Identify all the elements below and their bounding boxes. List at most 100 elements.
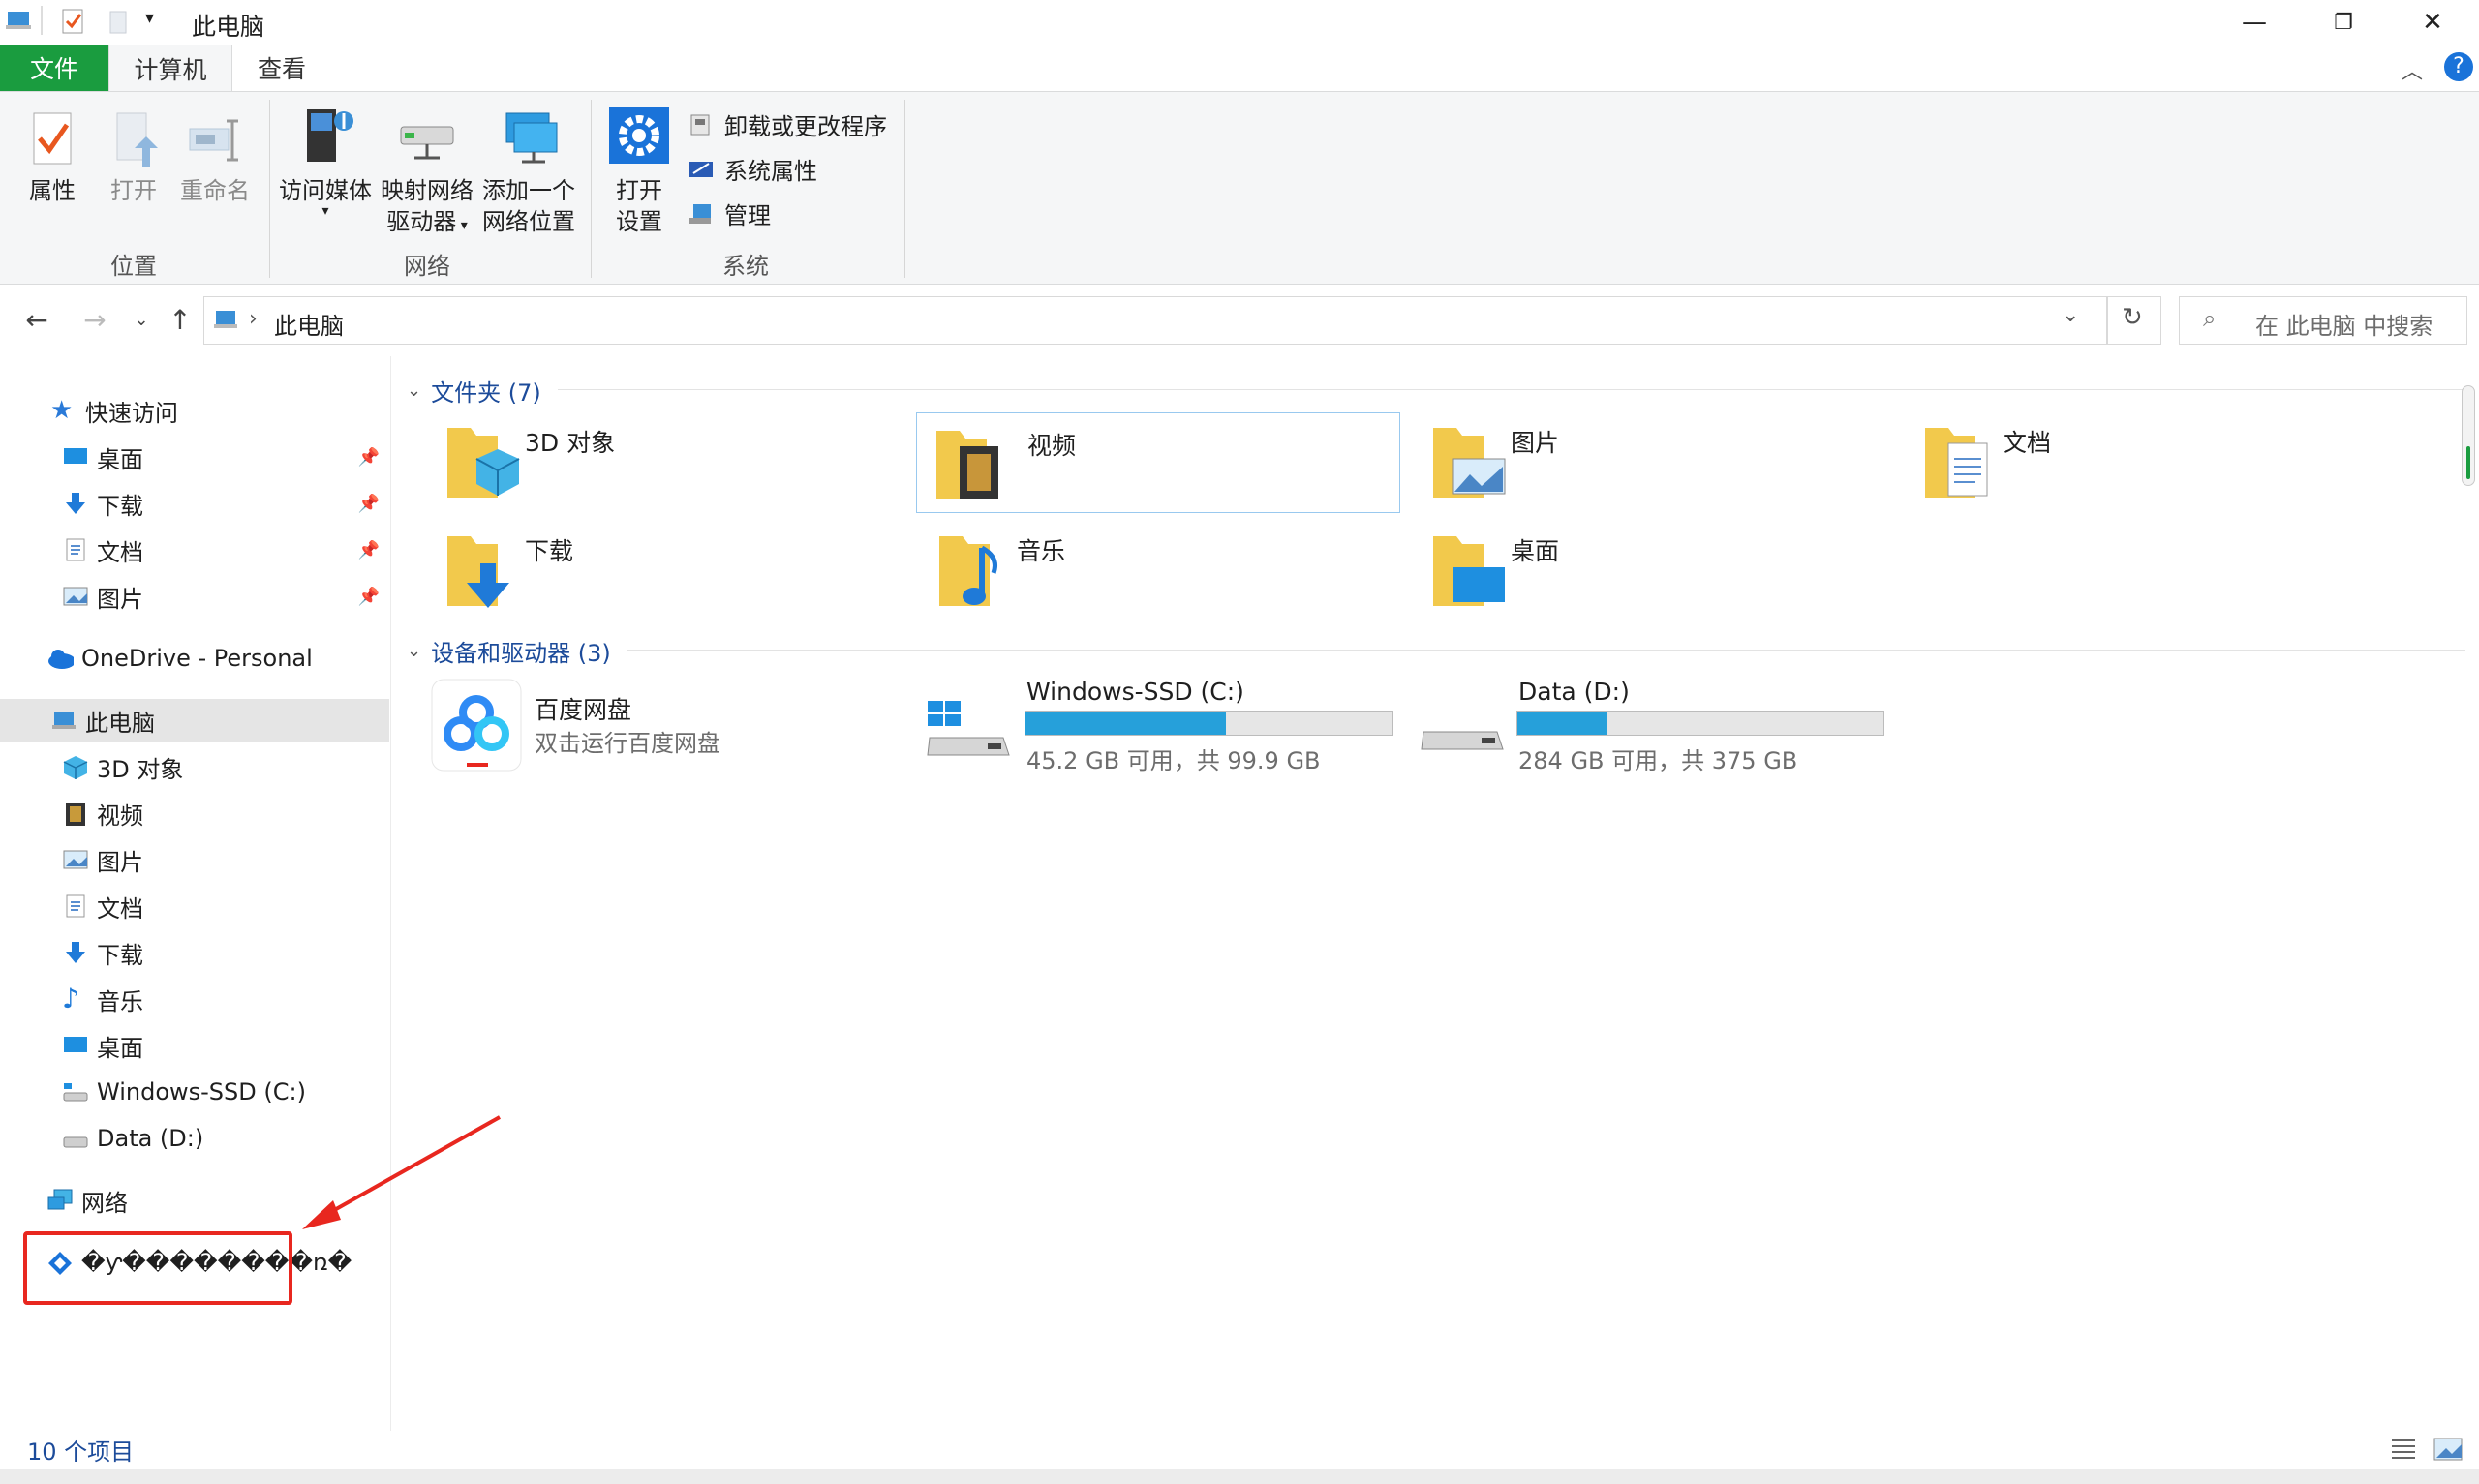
- manage-label: 管理: [724, 202, 771, 229]
- access-media-button[interactable]: 访问媒体 ▾: [277, 104, 374, 218]
- properties-icon: [33, 112, 72, 165]
- forward-arrow-icon[interactable]: →: [76, 298, 114, 341]
- device-baidu-netdisk[interactable]: 百度网盘 双击运行百度网盘: [430, 678, 817, 784]
- open-settings-button[interactable]: 打开 设置: [600, 106, 678, 237]
- chevron-down-icon: ⌄: [407, 641, 422, 661]
- navigation-bar: ← → ⌄ ↑ › 此电脑 ⌄ ↻ ⌕ 在 此电脑 中搜索: [0, 285, 2479, 356]
- sidebar-item-downloads[interactable]: 下载: [0, 931, 389, 974]
- sidebar-item-documents[interactable]: 文档: [0, 885, 389, 927]
- download-arrow-icon: [66, 493, 85, 514]
- folders-section-header[interactable]: ⌄ 文件夹 (7): [407, 374, 541, 408]
- rename-icon: [189, 119, 238, 162]
- sidebar-item-3d-objects[interactable]: 3D 对象: [0, 745, 389, 788]
- rename-button[interactable]: 重命名: [178, 109, 252, 206]
- pin-icon[interactable]: 📌: [358, 587, 380, 607]
- sidebar-item-desktop[interactable]: 桌面: [0, 1024, 389, 1067]
- folder-pictures[interactable]: 图片: [1423, 410, 1908, 511]
- sidebar-label: 此电脑: [85, 709, 155, 737]
- tab-view[interactable]: 查看: [236, 45, 327, 91]
- address-box[interactable]: › 此电脑 ⌄: [203, 296, 2107, 345]
- folder-downloads[interactable]: 下载: [438, 519, 922, 620]
- sidebar-item-quick-desktop[interactable]: 桌面 📌: [0, 436, 389, 478]
- open-icon: [116, 112, 158, 167]
- search-input[interactable]: 在 此电脑 中搜索: [2255, 307, 2433, 341]
- sidebar-item-music[interactable]: ♪ 音乐: [0, 978, 389, 1020]
- devices-section-header[interactable]: ⌄ 设备和驱动器 (3): [407, 634, 611, 668]
- this-pc-icon: [6, 12, 31, 29]
- device-drive-c[interactable]: Windows-SSD (C:) 45.2 GB 可用，共 99.9 GB: [926, 678, 1400, 784]
- up-arrow-icon[interactable]: ↑: [161, 298, 199, 341]
- baidu-netdisk-icon: [431, 679, 522, 772]
- pin-icon[interactable]: 📌: [358, 447, 380, 468]
- access-media-label: 访问媒体: [279, 177, 372, 204]
- back-arrow-icon[interactable]: ←: [17, 298, 56, 341]
- system-properties-icon: [689, 161, 713, 177]
- sidebar-item-quick-documents[interactable]: 文档 📌: [0, 529, 389, 571]
- sidebar-label: 3D 对象: [97, 755, 184, 783]
- help-icon[interactable]: ?: [2444, 52, 2473, 81]
- sidebar-label: 图片: [97, 585, 143, 613]
- system-properties-button[interactable]: 系统属性: [688, 152, 817, 186]
- maximize-button[interactable]: ❐: [2299, 0, 2388, 45]
- window-title: 此电脑: [192, 13, 265, 41]
- this-pc-icon: [214, 311, 237, 328]
- customize-quick-access-chevron-icon[interactable]: ▾: [145, 8, 154, 28]
- folder-videos[interactable]: 视频: [916, 412, 1400, 513]
- sidebar-label: 网络: [81, 1189, 128, 1217]
- sidebar-item-quick-access[interactable]: ★ 快速访问: [0, 389, 389, 432]
- recent-locations-chevron-icon[interactable]: ⌄: [122, 298, 161, 341]
- refresh-button[interactable]: ↻: [2107, 296, 2161, 345]
- folder-music[interactable]: 音乐: [930, 519, 1414, 620]
- sidebar-item-quick-pictures[interactable]: 图片 📌: [0, 575, 389, 618]
- settings-gear-icon: [609, 107, 669, 164]
- details-view-icon[interactable]: [2390, 1437, 2417, 1462]
- add-network-location-button[interactable]: 添加一个 网络位置: [478, 104, 579, 237]
- minimize-button[interactable]: —: [2210, 0, 2299, 45]
- pin-icon[interactable]: 📌: [358, 494, 380, 514]
- ribbon-separator: [269, 100, 270, 278]
- sidebar-item-quick-downloads[interactable]: 下载 📌: [0, 482, 389, 525]
- properties-quick-icon[interactable]: [60, 8, 87, 35]
- breadcrumb-this-pc[interactable]: 此电脑: [274, 307, 344, 341]
- sidebar-item-this-pc[interactable]: 此电脑: [0, 699, 389, 742]
- chevron-down-icon: ⌄: [407, 380, 422, 401]
- address-history-chevron-icon[interactable]: ⌄: [2062, 303, 2079, 327]
- close-button[interactable]: ✕: [2388, 0, 2477, 45]
- pictures-icon: [63, 850, 88, 869]
- new-folder-quick-icon[interactable]: [107, 8, 134, 35]
- sidebar-item-videos[interactable]: 视频: [0, 792, 389, 834]
- chevron-down-icon: ▾: [456, 218, 468, 233]
- folder-3d-objects[interactable]: 3D 对象: [438, 410, 922, 511]
- folder-desktop[interactable]: 桌面: [1423, 519, 1908, 620]
- device-drive-d[interactable]: Data (D:) 284 GB 可用，共 375 GB: [1420, 678, 1894, 784]
- sidebar-label: 快速访问: [85, 399, 178, 427]
- desktop-icon: [64, 1037, 87, 1052]
- properties-button[interactable]: 属性: [19, 109, 85, 206]
- folder-label: 文档: [2003, 429, 2052, 457]
- sidebar-label: 视频: [97, 802, 143, 830]
- folder-downloads-icon: [447, 536, 509, 608]
- map-network-drive-button[interactable]: 映射网络 驱动器 ▾: [378, 104, 476, 241]
- pictures-icon: [63, 587, 88, 606]
- scrollbar-thumb[interactable]: [2462, 385, 2475, 486]
- title-bar: ▾ 此电脑 — ❐ ✕: [0, 0, 2479, 45]
- section-divider: [558, 389, 2465, 390]
- folder-label: 图片: [1511, 429, 1560, 457]
- manage-button[interactable]: 管理: [688, 197, 771, 230]
- tab-computer[interactable]: 计算机: [108, 45, 232, 91]
- video-icon: [66, 803, 85, 826]
- open-button[interactable]: 打开: [101, 109, 167, 206]
- sidebar-item-onedrive[interactable]: OneDrive - Personal: [0, 637, 389, 680]
- breadcrumb-separator-icon[interactable]: ›: [249, 307, 258, 331]
- collapse-ribbon-chevron-icon[interactable]: ︿: [2402, 54, 2423, 85]
- tab-file[interactable]: 文件: [0, 45, 108, 91]
- large-icons-view-icon[interactable]: [2433, 1437, 2464, 1462]
- document-icon: [66, 894, 85, 918]
- 3d-objects-icon: [63, 756, 88, 779]
- pin-icon[interactable]: 📌: [358, 540, 380, 560]
- uninstall-programs-button[interactable]: 卸载或更改程序: [688, 107, 887, 141]
- folder-documents[interactable]: 文档: [1915, 410, 2400, 511]
- search-box[interactable]: ⌕ 在 此电脑 中搜索: [2179, 296, 2467, 345]
- sidebar-item-pictures[interactable]: 图片: [0, 838, 389, 881]
- close-icon: ✕: [2422, 8, 2443, 37]
